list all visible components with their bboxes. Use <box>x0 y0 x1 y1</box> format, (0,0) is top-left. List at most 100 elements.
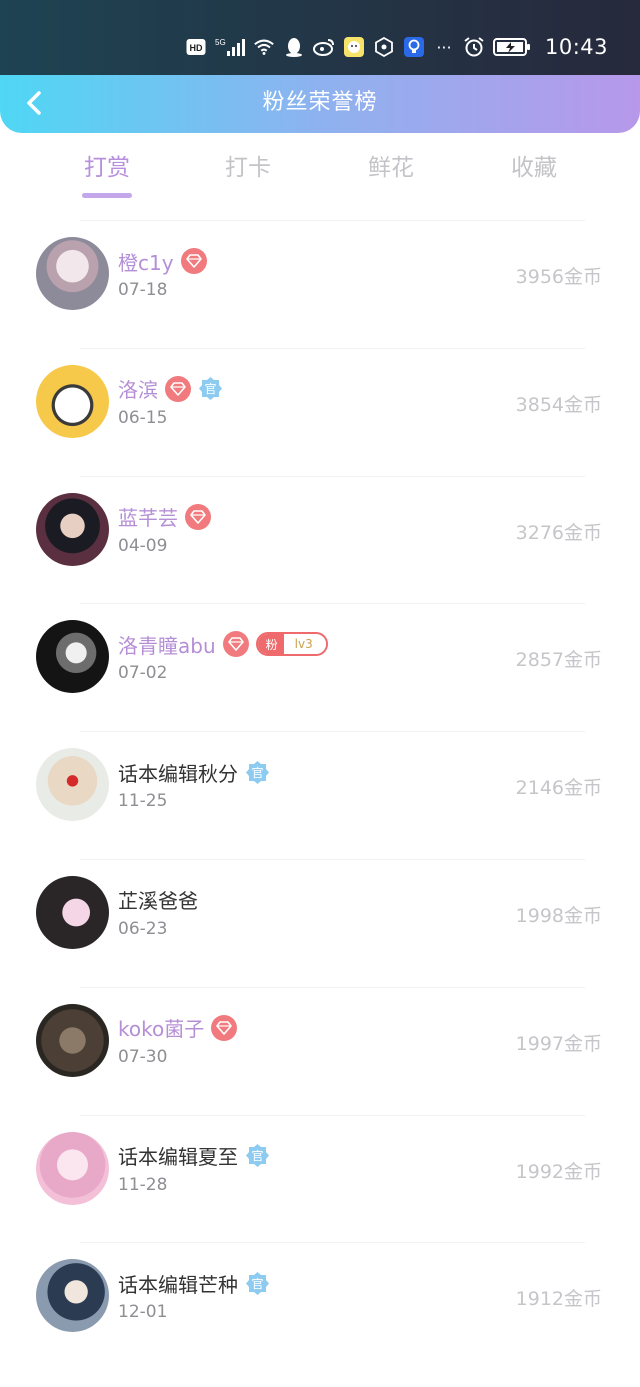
avatar[interactable] <box>36 875 109 949</box>
fan-name[interactable]: 话本编辑秋分 <box>118 758 238 787</box>
fan-date: 11-28 <box>118 1174 168 1195</box>
tab-bar: 打赏 打卡 鲜花 收藏 <box>0 148 640 208</box>
fan-name[interactable]: 话本编辑夏至 <box>118 1141 238 1170</box>
fan-name[interactable]: 话本编辑芒种 <box>118 1269 238 1298</box>
fan-name[interactable]: 橙c1y <box>118 247 174 276</box>
fan-name[interactable]: 洛滨 <box>118 374 158 403</box>
app-notification-icon <box>343 37 365 57</box>
name-line: 芷溪爸爸 <box>118 885 198 915</box>
active-tab-indicator <box>82 193 132 198</box>
more-icon: ··· <box>436 37 452 57</box>
diamond-badge <box>180 248 207 274</box>
row-divider <box>80 858 585 860</box>
svg-text:官: 官 <box>251 1148 263 1163</box>
coin-amount: 2146金币 <box>515 777 602 800</box>
alarm-icon <box>463 37 485 57</box>
fan-row[interactable]: 橙c1y 07-18 3956金币 <box>0 220 640 348</box>
avatar[interactable] <box>36 1131 109 1205</box>
svg-text:官: 官 <box>204 381 216 396</box>
clock: 10:43 <box>544 35 608 59</box>
battery-icon <box>492 37 531 57</box>
fan-name[interactable]: koko菌子 <box>118 1013 204 1042</box>
tab-flowers[interactable]: 鲜花 <box>321 148 461 182</box>
diamond-icon <box>216 1020 233 1035</box>
official-badge: 官 <box>245 760 270 785</box>
diamond-badge <box>211 1014 238 1041</box>
fan-badge-label: 粉 <box>257 634 284 655</box>
avatar[interactable] <box>36 620 109 694</box>
fan-date: 12-01 <box>118 1302 168 1323</box>
fan-date: 07-18 <box>118 280 168 300</box>
fan-name[interactable]: 芷溪爸爸 <box>118 885 198 914</box>
name-line: 话本编辑夏至官 <box>118 1141 270 1171</box>
avatar[interactable] <box>36 237 109 310</box>
qq-icon <box>283 37 305 57</box>
coin-amount: 3854金币 <box>515 393 602 416</box>
fan-badge-level: lv3 <box>283 637 326 652</box>
fan-list: 橙c1y 07-18 3956金币 洛滨官 06-15 3854金币 蓝芊芸 04-09 327… <box>0 220 640 1370</box>
hd-icon: HD <box>185 37 207 57</box>
svg-text:官: 官 <box>251 765 263 780</box>
fan-row[interactable]: 洛滨 官 06-15 3854金币 <box>0 347 640 476</box>
svg-text:官: 官 <box>251 1276 263 1291</box>
row-divider <box>80 1242 585 1244</box>
official-badge: 官 <box>245 1143 270 1168</box>
fan-date: 11-25 <box>118 791 168 812</box>
name-line: 蓝芊芸 <box>118 502 211 532</box>
diamond-badge <box>185 503 211 530</box>
name-line: 橙c1y <box>118 246 207 276</box>
row-divider <box>80 731 585 733</box>
fan-row[interactable]: 蓝芊芸 04-09 3276金币 <box>0 475 640 604</box>
diamond-icon <box>190 509 206 524</box>
diamond-badge <box>165 375 191 402</box>
row-divider <box>80 475 585 477</box>
svg-text:HD: HD <box>189 43 202 53</box>
tab-tip[interactable]: 打赏 <box>37 148 177 182</box>
coin-amount: 1997金币 <box>515 1032 602 1055</box>
name-line: 话本编辑芒种官 <box>118 1268 270 1298</box>
header-bar: 粉丝荣誉榜 <box>0 75 640 133</box>
coin-amount: 1992金币 <box>515 1160 602 1183</box>
fan-row[interactable]: 芷溪爸爸 06-23 1998金币 <box>0 858 640 987</box>
coin-amount: 3276金币 <box>515 521 602 544</box>
fan-row[interactable]: 洛青瞳abu 粉 lv3 07-02 2857金币 <box>0 603 640 731</box>
fan-row[interactable]: 话本编辑芒种官 12-01 1912金币 <box>0 1242 640 1370</box>
fan-date: 07-02 <box>118 663 168 684</box>
fan-row[interactable]: 话本编辑夏至官 11-28 1992金币 <box>0 1114 640 1243</box>
tab-favorites[interactable]: 收藏 <box>464 148 604 182</box>
signal-icon: 5G <box>215 37 245 57</box>
fan-row[interactable]: koko菌子 07-30 1997金币 <box>0 986 640 1115</box>
coin-amount: 1912金币 <box>515 1288 602 1311</box>
wifi-icon <box>253 37 275 57</box>
tab-checkin[interactable]: 打卡 <box>178 148 318 182</box>
avatar[interactable] <box>36 364 109 438</box>
row-divider <box>80 1114 585 1116</box>
coin-amount: 1998金币 <box>515 904 602 927</box>
row-divider <box>80 986 585 988</box>
fan-date: 06-15 <box>118 407 168 428</box>
avatar[interactable] <box>36 1259 109 1333</box>
diamond-icon <box>170 381 186 396</box>
official-badge: 官 <box>245 1271 270 1296</box>
fan-row[interactable]: 话本编辑秋分官 11-25 2146金币 <box>0 731 640 859</box>
page-title: 粉丝荣誉榜 <box>262 90 378 115</box>
avatar[interactable] <box>36 748 109 822</box>
coin-amount: 3956金币 <box>515 266 602 288</box>
hexagon-icon <box>373 37 395 57</box>
official-badge: 官 <box>198 376 223 401</box>
row-divider <box>80 603 585 605</box>
diamond-icon <box>185 254 202 268</box>
avatar[interactable] <box>36 1003 109 1077</box>
fan-date: 07-30 <box>118 1046 168 1067</box>
fan-date: 06-23 <box>118 918 168 939</box>
fan-name[interactable]: 蓝芊芸 <box>118 502 178 531</box>
fan-name[interactable]: 洛青瞳abu <box>118 630 216 659</box>
diamond-badge <box>222 631 249 658</box>
row-divider <box>80 347 585 349</box>
fan-level-badge: 粉 lv3 <box>255 632 328 657</box>
status-bar: HD 5G ··· 10:43 <box>0 0 640 80</box>
name-line: koko菌子 <box>118 1013 238 1043</box>
lightbulb-app-icon <box>403 37 425 57</box>
avatar[interactable] <box>36 492 109 566</box>
coin-amount: 2857金币 <box>515 649 602 672</box>
